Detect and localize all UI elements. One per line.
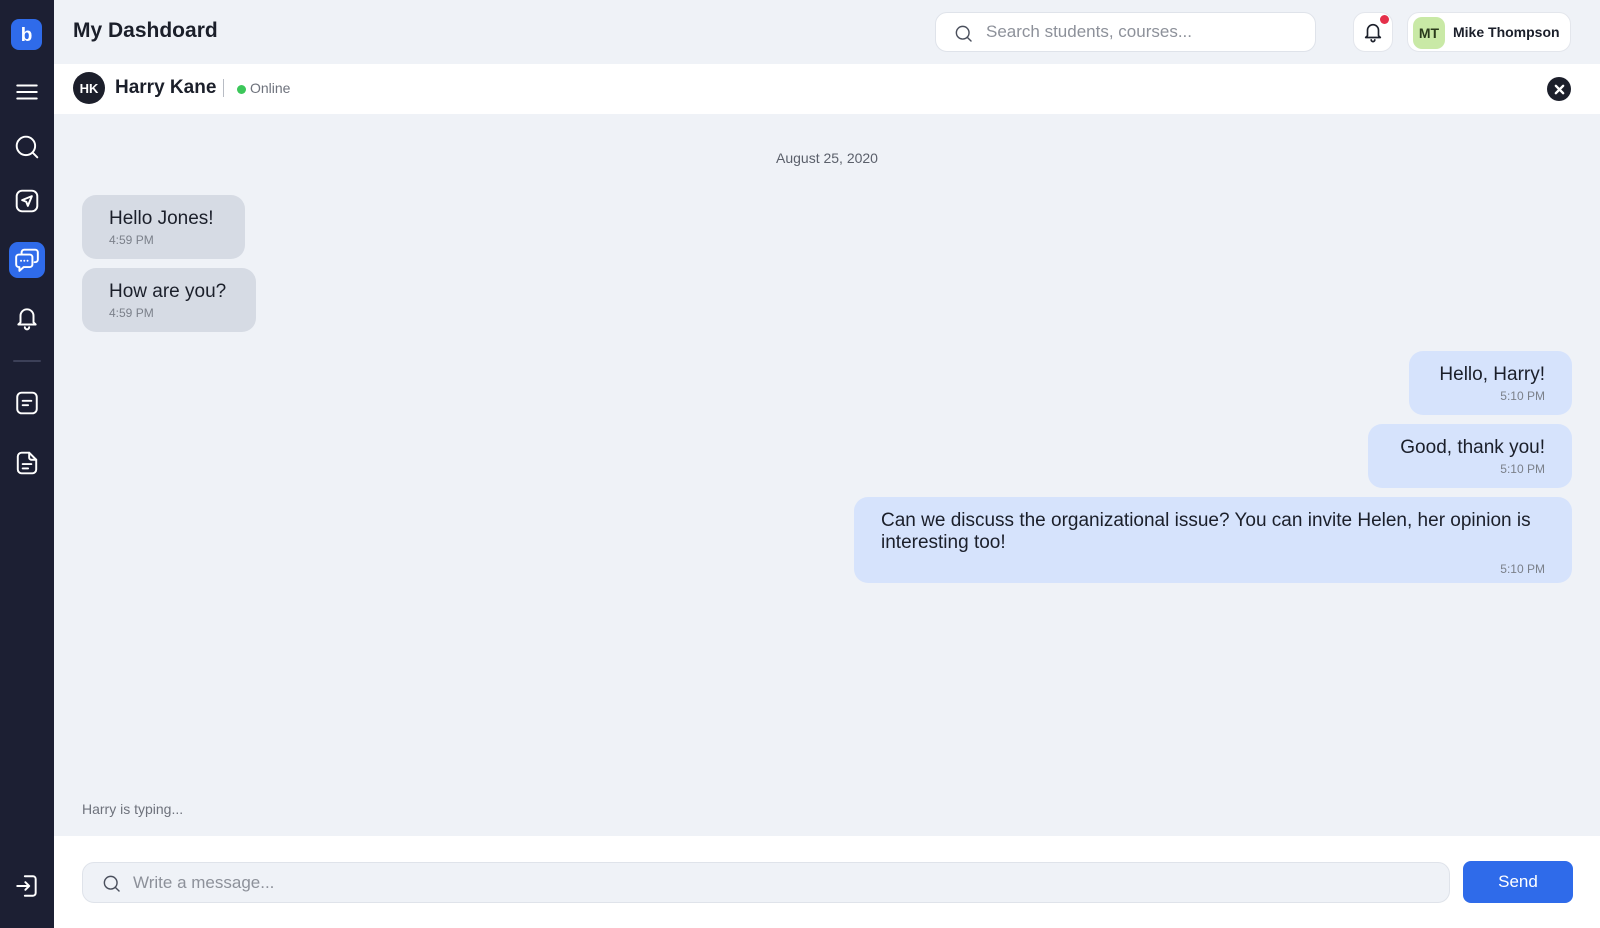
menu-button[interactable] — [9, 74, 45, 110]
typing-indicator: Harry is typing... — [82, 801, 184, 817]
close-icon — [1554, 84, 1564, 94]
contact-name[interactable]: Harry Kane — [115, 77, 216, 99]
sidebar-item-search[interactable] — [9, 129, 45, 165]
notifications-button[interactable] — [1353, 12, 1393, 52]
message-outgoing: Hello, Harry! 5:10 PM — [1409, 351, 1572, 415]
logout-button[interactable] — [9, 868, 45, 904]
message-time: 5:10 PM — [1500, 562, 1545, 576]
top-header: My Dashdoard MT Mike Thompson — [54, 0, 1600, 64]
note-icon — [16, 391, 38, 415]
message-input[interactable] — [133, 863, 1433, 902]
contact-avatar[interactable]: HK — [73, 72, 105, 104]
search-icon — [103, 875, 120, 892]
page-title: My Dashdoard — [73, 19, 218, 42]
global-search[interactable] — [935, 12, 1316, 52]
message-outgoing: Can we discuss the organizational issue?… — [854, 497, 1572, 583]
bell-icon — [1364, 23, 1382, 43]
message-text: How are you? — [109, 281, 227, 302]
message-incoming: Hello Jones! 4:59 PM — [82, 195, 245, 259]
message-text: Hello Jones! — [109, 208, 214, 229]
message-text: Can we discuss the organizational issue?… — [881, 510, 1531, 553]
chat-icon — [15, 248, 39, 272]
sidebar-item-chat[interactable] — [9, 242, 45, 278]
logout-icon — [16, 875, 37, 897]
sidebar: b — [0, 0, 54, 928]
message-outgoing: Good, thank you! 5:10 PM — [1368, 424, 1572, 488]
message-composer: Send — [54, 836, 1600, 928]
chat-header: HK Harry Kane Online — [54, 64, 1600, 114]
user-menu[interactable]: MT Mike Thompson — [1407, 12, 1571, 52]
user-name: Mike Thompson — [1453, 24, 1560, 40]
search-input[interactable] — [986, 13, 1306, 51]
sidebar-divider — [13, 360, 41, 362]
document-icon — [16, 451, 38, 475]
app-logo[interactable]: b — [11, 19, 42, 50]
contact-status: Online — [250, 80, 291, 96]
close-chat-button[interactable] — [1547, 77, 1571, 101]
online-status-dot — [237, 85, 246, 94]
message-incoming: How are you? 4:59 PM — [82, 268, 256, 332]
message-time: 5:10 PM — [1500, 389, 1545, 403]
sidebar-item-documents[interactable] — [9, 445, 45, 481]
message-input-box[interactable] — [82, 862, 1450, 903]
user-avatar: MT — [1413, 17, 1445, 49]
message-time: 4:59 PM — [109, 233, 154, 247]
sidebar-item-notes[interactable] — [9, 385, 45, 421]
message-text: Hello, Harry! — [1439, 364, 1545, 385]
message-time: 4:59 PM — [109, 306, 154, 320]
send-button[interactable]: Send — [1463, 861, 1573, 903]
search-icon — [955, 25, 972, 42]
date-separator: August 25, 2020 — [776, 150, 878, 166]
bell-icon — [17, 308, 37, 331]
message-text: Good, thank you! — [1400, 437, 1545, 458]
sidebar-item-notifications[interactable] — [9, 300, 45, 336]
header-divider — [223, 79, 224, 97]
search-icon — [15, 135, 39, 159]
message-time: 5:10 PM — [1500, 462, 1545, 476]
notification-badge — [1380, 15, 1389, 24]
send-icon — [15, 189, 39, 213]
sidebar-item-send[interactable] — [9, 183, 45, 219]
menu-icon — [16, 84, 38, 100]
